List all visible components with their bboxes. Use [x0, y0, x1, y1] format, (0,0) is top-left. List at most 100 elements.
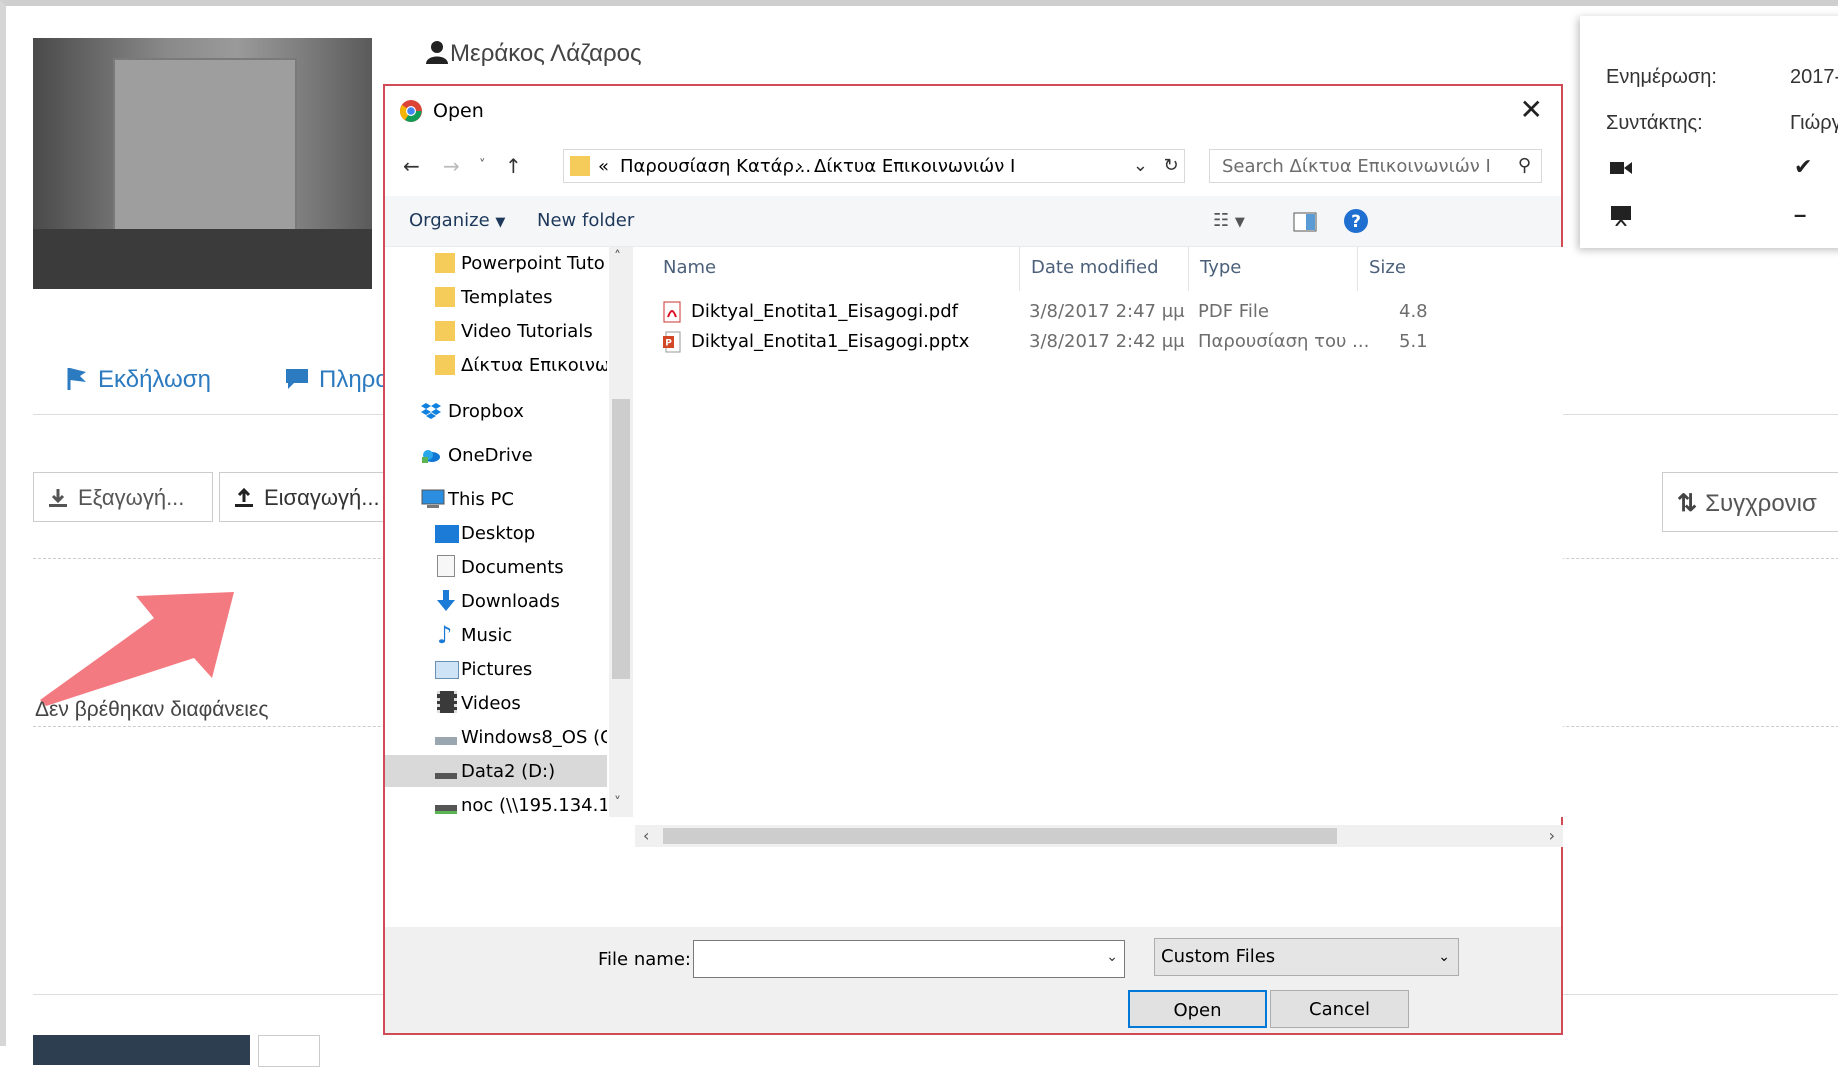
column-separator [1357, 247, 1358, 291]
nav-item-windows-drive[interactable]: Windows8_OS (C [385, 721, 607, 753]
address-dropdown-icon[interactable]: ⌄ [1133, 155, 1148, 176]
nav-item-label: Windows8_OS (C [461, 727, 607, 748]
export-button[interactable]: Εξαγωγή... [33, 472, 213, 522]
refresh-icon[interactable]: ↻ [1158, 149, 1185, 183]
column-date-modified[interactable]: Date modified [1031, 257, 1159, 278]
nav-pane-scrollbar[interactable]: ˄ ˅ [609, 247, 633, 817]
folder-icon [435, 253, 455, 273]
sync-button[interactable]: ⇅ Συγχρονισ [1662, 472, 1838, 532]
dialog-title: Open [433, 100, 484, 122]
nav-item-pictures[interactable]: Pictures [385, 653, 607, 685]
nav-item-label: Dropbox [448, 401, 524, 422]
file-row[interactable]: Diktyal_Enotita1_Eisagogi.pdf 3/8/2017 2… [635, 297, 1563, 327]
nav-item-label: OneDrive [448, 445, 533, 466]
dialog-navbar: ← → ˅ ↑ « Παρουσίαση Κατάρ... › Δίκτυα Ε… [385, 136, 1561, 196]
pointer-arrow [40, 592, 234, 706]
forward-icon[interactable]: → [443, 154, 460, 178]
tab-event[interactable]: Εκδήλωση [66, 366, 211, 394]
new-folder-label: New folder [537, 210, 635, 231]
nav-item-this-pc[interactable]: This PC [385, 483, 607, 515]
chevron-down-icon[interactable]: ⌄ [1106, 949, 1118, 965]
scroll-right-icon[interactable]: › [1549, 826, 1555, 845]
folder-icon [435, 321, 455, 341]
preview-pane-icon[interactable] [1293, 212, 1317, 232]
scroll-up-icon[interactable]: ˄ [614, 249, 621, 265]
file-name: Diktyal_Enotita1_Eisagogi.pptx [691, 331, 970, 352]
column-name[interactable]: Name [663, 257, 716, 278]
column-separator [1019, 247, 1020, 291]
video-thumbnail[interactable] [33, 38, 372, 289]
nav-item-dropbox[interactable]: Dropbox [385, 395, 607, 427]
nav-item-templates[interactable]: Templates [385, 281, 607, 313]
presentation-icon [1611, 206, 1631, 226]
folder-icon [435, 287, 455, 307]
nav-item-label: Powerpoint Tuto [461, 253, 605, 274]
file-name-input[interactable]: ⌄ [693, 940, 1125, 978]
file-list-hscrollbar[interactable]: ‹ › [635, 825, 1563, 847]
nav-item-videos[interactable]: Videos [385, 687, 607, 719]
folder-icon [570, 156, 590, 176]
file-date: 3/8/2017 2:47 μμ [1029, 301, 1185, 322]
desktop-icon [435, 525, 459, 543]
new-folder-button[interactable]: New folder [537, 210, 634, 231]
breadcrumb-networks[interactable]: Δίκτυα Επικοινωνιών Ι [814, 156, 1015, 177]
nav-item-powerpoint-tutorials[interactable]: Powerpoint Tuto [385, 247, 607, 279]
tab-info[interactable]: Πληρο [285, 366, 389, 394]
search-icon: ⚲ [1517, 155, 1531, 176]
view-options-icon[interactable]: ☷ ▼ [1213, 210, 1245, 231]
close-icon[interactable]: ✕ [1520, 96, 1543, 124]
scroll-down-icon[interactable]: ˅ [614, 795, 621, 811]
up-icon[interactable]: ↑ [505, 154, 522, 178]
nav-item-desktop[interactable]: Desktop [385, 517, 607, 549]
pdf-icon [663, 301, 681, 323]
recent-locations-icon[interactable]: ˅ [479, 158, 486, 173]
breadcrumb-presentation[interactable]: Παρουσίαση Κατάρ... [620, 156, 811, 177]
pptx-icon: P [663, 331, 681, 353]
nav-item-label: Documents [461, 557, 564, 578]
column-type[interactable]: Type [1200, 257, 1241, 278]
upload-icon [235, 487, 253, 507]
file-date: 3/8/2017 2:42 μμ [1029, 331, 1185, 352]
user-name: Μεράκος Λάζαρος [426, 40, 642, 68]
updated-label: Ενημέρωση: [1606, 66, 1717, 88]
hscrollbar-thumb[interactable] [663, 828, 1337, 844]
address-bar[interactable]: « Παρουσίαση Κατάρ... › Δίκτυα Επικοινων… [563, 149, 1183, 183]
downloads-icon [437, 590, 455, 611]
search-input[interactable]: Search Δίκτυα Επικοινωνιών Ι ⚲ [1209, 149, 1542, 183]
updated-value: 2017- [1790, 66, 1838, 88]
search-placeholder: Search Δίκτυα Επικοινωνιών Ι [1222, 156, 1491, 177]
save-button[interactable] [33, 1035, 250, 1065]
back-icon[interactable]: ← [403, 154, 420, 178]
nav-item-label: Desktop [461, 523, 536, 544]
nav-item-label: Video Tutorials [461, 321, 593, 342]
onedrive-icon [422, 450, 440, 463]
file-type-select[interactable]: Custom Files ⌄ [1154, 938, 1459, 976]
svg-text:P: P [665, 339, 672, 349]
nav-item-networks-folder[interactable]: Δίκτυα Επικοινω [385, 349, 607, 381]
nav-item-network-drive[interactable]: noc (\\195.134.1( [385, 789, 607, 817]
column-size[interactable]: Size [1369, 257, 1406, 278]
nav-item-downloads[interactable]: Downloads [385, 585, 607, 617]
dropbox-icon [421, 403, 441, 419]
scroll-left-icon[interactable]: ‹ [643, 826, 649, 845]
import-button[interactable]: Εισαγωγή... [219, 472, 389, 522]
pictures-icon [435, 661, 459, 679]
nav-item-video-tutorials[interactable]: Video Tutorials [385, 315, 607, 347]
nav-item-label: Δίκτυα Επικοινω [461, 355, 607, 376]
address-prefix: « [598, 156, 610, 177]
nav-item-documents[interactable]: Documents [385, 551, 607, 583]
nav-item-data2-drive[interactable]: Data2 (D:) [385, 755, 607, 787]
help-icon[interactable]: ? [1343, 208, 1369, 234]
cancel-button[interactable]: Cancel [1270, 990, 1409, 1028]
documents-icon [437, 555, 455, 577]
nav-item-label: noc (\\195.134.1( [461, 795, 607, 816]
nav-item-music[interactable]: ♪ Music [385, 619, 607, 651]
author-value: Γιώργ [1790, 112, 1838, 134]
nav-item-label: Downloads [461, 591, 560, 612]
secondary-button[interactable] [258, 1035, 320, 1067]
organize-button[interactable]: Organize ▼ [409, 210, 505, 231]
file-row[interactable]: P Diktyal_Enotita1_Eisagogi.pptx 3/8/201… [635, 327, 1563, 357]
open-button[interactable]: Open [1128, 990, 1267, 1028]
nav-item-onedrive[interactable]: OneDrive [385, 439, 607, 471]
scrollbar-thumb[interactable] [612, 399, 630, 679]
